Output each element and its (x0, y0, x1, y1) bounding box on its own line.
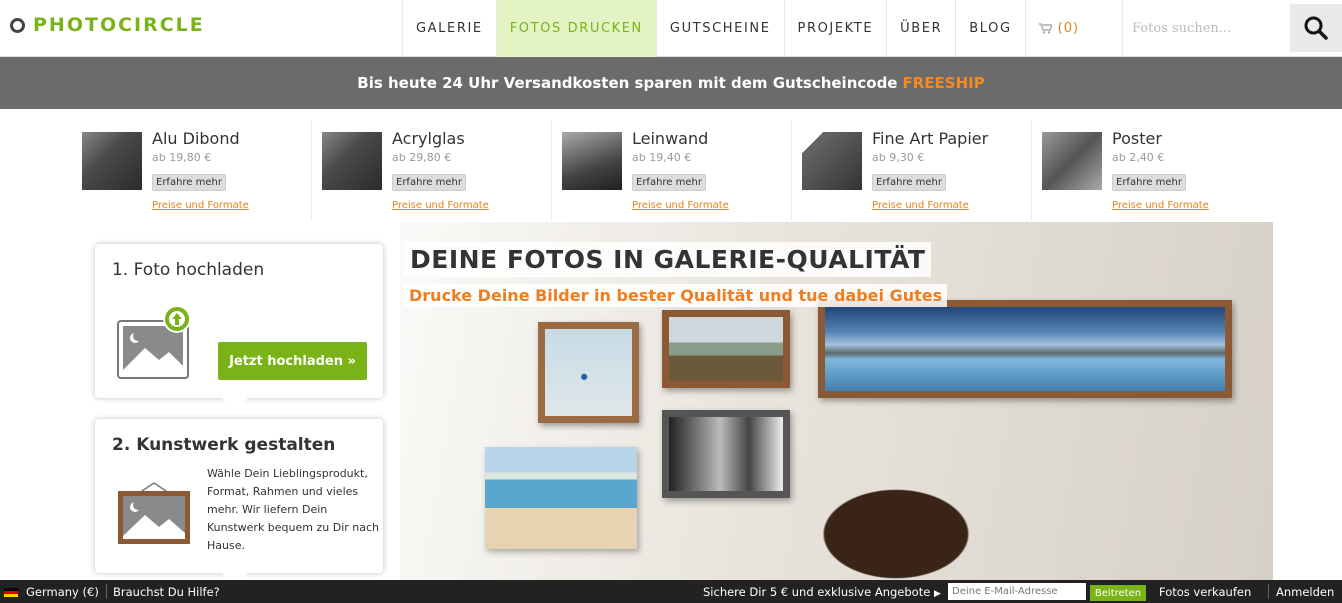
logo-text: PHOTOCIRCLE (33, 14, 205, 36)
product-price: ab 19,80 € (152, 151, 212, 164)
promo-text: Bis heute 24 Uhr Versandkosten sparen mi… (357, 74, 898, 92)
logo-ring-icon (10, 17, 25, 33)
sell-photos-link[interactable]: Fotos verkaufen (1159, 585, 1251, 599)
learn-more-button[interactable]: Erfahre mehr (152, 174, 226, 191)
product-leinwand[interactable]: Leinwand ab 19,40 € Erfahre mehr Preise … (552, 120, 792, 220)
newsletter-offer-text: Sichere Dir 5 € und exklusive Angebote ▶ (703, 585, 941, 599)
step-design-card: 2. Kunstwerk gestalten Wähle Dein Liebli… (95, 419, 383, 585)
prices-formats-link[interactable]: Preise und Formate (872, 200, 969, 211)
cart-icon (1038, 23, 1052, 34)
product-thumbnail[interactable] (802, 132, 862, 190)
card-pointer (222, 398, 248, 410)
product-alu-dibond[interactable]: Alu Dibond ab 19,80 € Erfahre mehr Preis… (72, 120, 312, 220)
logo[interactable]: PHOTOCIRCLE (10, 14, 205, 36)
product-thumbnail[interactable] (322, 132, 382, 190)
product-poster[interactable]: Poster ab 2,40 € Erfahre mehr Preise und… (1032, 120, 1272, 220)
product-thumbnail[interactable] (82, 132, 142, 190)
learn-more-button[interactable]: Erfahre mehr (392, 174, 466, 191)
product-acrylglas[interactable]: Acrylglas ab 29,80 € Erfahre mehr Preise… (312, 120, 552, 220)
nav-galerie[interactable]: GALERIE (402, 0, 496, 57)
product-thumbnail[interactable] (562, 132, 622, 190)
play-arrow-icon: ▶ (933, 589, 941, 599)
hero-frame-photo (662, 410, 790, 498)
hero-subtitle: Drucke Deine Bilder in bester Qualität u… (404, 284, 948, 307)
product-price: ab 9,30 € (872, 151, 925, 164)
product-name[interactable]: Acrylglas (392, 129, 465, 148)
product-name[interactable]: Leinwand (632, 129, 708, 148)
footer-divider (1268, 584, 1269, 599)
product-price: ab 2,40 € (1112, 151, 1165, 164)
upload-now-button[interactable]: Jetzt hochladen » (218, 342, 367, 380)
country-selector[interactable]: Germany (€) (26, 585, 99, 599)
nav-fotos-drucken[interactable]: FOTOS DRUCKEN (495, 0, 656, 57)
search-icon (1304, 16, 1328, 40)
product-price: ab 19,40 € (632, 151, 692, 164)
newsletter-email-input[interactable]: Deine E-Mail-Adresse (948, 583, 1086, 600)
hero-frame-photo (538, 322, 639, 423)
prices-formats-link[interactable]: Preise und Formate (392, 200, 489, 211)
step-title: 1. Foto hochladen (112, 260, 265, 280)
upload-photo-icon (117, 305, 191, 379)
germany-flag-icon (4, 588, 18, 597)
product-thumbnail[interactable] (1042, 132, 1102, 190)
newsletter-join-button[interactable]: Beitreten (1090, 585, 1146, 601)
prices-formats-link[interactable]: Preise und Formate (1112, 200, 1209, 211)
promo-bar: Bis heute 24 Uhr Versandkosten sparen mi… (0, 57, 1342, 109)
footer-divider (106, 584, 107, 599)
login-link[interactable]: Anmelden (1276, 585, 1334, 599)
nav-gutscheine[interactable]: GUTSCHEINE (655, 0, 784, 57)
nav-ueber[interactable]: ÜBER (886, 0, 955, 57)
hero-frame-photo (662, 310, 790, 388)
search-button[interactable] (1290, 4, 1342, 52)
hero-person-image (800, 462, 1040, 580)
hero-title: DEINE FOTOS IN GALERIE-QUALITÄT (404, 242, 932, 277)
search-input[interactable]: Fotos suchen... (1122, 0, 1290, 57)
hero-banner: DEINE FOTOS IN GALERIE-QUALITÄT Drucke D… (400, 222, 1273, 580)
site-header: PHOTOCIRCLE GALERIE FOTOS DRUCKEN GUTSCH… (0, 0, 1342, 57)
learn-more-button[interactable]: Erfahre mehr (872, 174, 946, 191)
step-upload-card: 1. Foto hochladen Jetzt hochladen » (95, 244, 383, 410)
cart-count: (0) (1057, 21, 1080, 36)
footer-bar: Germany (€) Brauchst Du Hilfe? Sichere D… (0, 580, 1342, 603)
product-name[interactable]: Alu Dibond (152, 129, 240, 148)
cart-link[interactable]: (0) (1024, 0, 1092, 57)
learn-more-button[interactable]: Erfahre mehr (632, 174, 706, 191)
offer-label: Sichere Dir 5 € und exklusive Angebote (703, 585, 931, 599)
learn-more-button[interactable]: Erfahre mehr (1112, 174, 1186, 191)
product-name[interactable]: Poster (1112, 129, 1162, 148)
step-description: Wähle Dein Lieblingsprodukt, Format, Rah… (207, 467, 380, 552)
framed-picture-icon (118, 482, 190, 544)
prices-formats-link[interactable]: Preise und Formate (632, 200, 729, 211)
help-link[interactable]: Brauchst Du Hilfe? (113, 585, 220, 599)
nav-blog[interactable]: BLOG (955, 0, 1024, 57)
step-title: 2. Kunstwerk gestalten (112, 435, 336, 455)
prices-formats-link[interactable]: Preise und Formate (152, 200, 249, 211)
hero-frame-panorama (818, 300, 1232, 398)
main-nav: GALERIE FOTOS DRUCKEN GUTSCHEINE PROJEKT… (402, 0, 1092, 57)
product-fine-art-papier[interactable]: Fine Art Papier ab 9,30 € Erfahre mehr P… (792, 120, 1032, 220)
product-price: ab 29,80 € (392, 151, 452, 164)
product-name[interactable]: Fine Art Papier (872, 129, 988, 148)
hero-beach-photo (485, 447, 637, 549)
nav-projekte[interactable]: PROJEKTE (783, 0, 887, 57)
promo-code: FREESHIP (902, 74, 985, 92)
product-list: Alu Dibond ab 19,80 € Erfahre mehr Preis… (72, 120, 1272, 220)
